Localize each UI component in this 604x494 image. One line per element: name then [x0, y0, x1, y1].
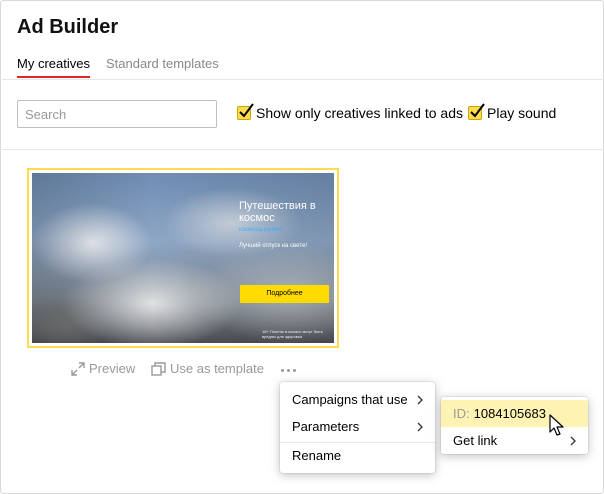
- chevron-right-icon: [417, 395, 423, 405]
- checkbox-label: Play sound: [487, 105, 557, 121]
- menu-item-rename[interactable]: Rename: [280, 442, 435, 469]
- divider: [2, 79, 602, 80]
- parameters-submenu: ID: 1084105683 Get link: [441, 397, 588, 454]
- banner-link: космоса.yandex: [239, 227, 283, 233]
- play-sound-checkbox[interactable]: Play sound: [468, 102, 556, 124]
- chevron-right-icon: [570, 436, 576, 446]
- creative-card[interactable]: Путешествия в космос космоса.yandex Лучш…: [27, 168, 339, 348]
- id-value: 1084105683: [473, 406, 546, 421]
- banner-button: Подробнее: [240, 285, 329, 303]
- mouse-cursor-icon: [549, 414, 564, 436]
- search-input[interactable]: [17, 100, 217, 128]
- checkbox-label: Show only creatives linked to ads: [256, 105, 463, 121]
- preview-label: Preview: [89, 361, 136, 376]
- checkbox-checked-icon: [237, 103, 254, 120]
- id-label: ID:: [453, 406, 470, 421]
- menu-item-campaigns-that-use[interactable]: Campaigns that use: [280, 386, 435, 413]
- page-title: Ad Builder: [17, 16, 119, 38]
- expand-icon: [71, 361, 85, 376]
- submenu-item-id[interactable]: ID: 1084105683: [441, 400, 588, 427]
- divider: [2, 149, 602, 150]
- more-dots-icon: [281, 369, 284, 372]
- menu-item-parameters[interactable]: Parameters: [280, 413, 435, 440]
- context-menu: Campaigns that use Parameters Rename: [280, 382, 435, 473]
- app-window: Ad Builder My creatives Standard templat…: [0, 0, 604, 494]
- creative-banner-image: Путешествия в космос космоса.yandex Лучш…: [32, 173, 334, 343]
- checkbox-checked-icon: [468, 103, 485, 120]
- banner-headline: Путешествия в космос: [239, 200, 316, 224]
- copy-icon: [151, 361, 166, 376]
- tab-my-creatives[interactable]: My creatives: [17, 56, 90, 78]
- use-as-template-button[interactable]: Use as template: [151, 361, 264, 376]
- more-options-button[interactable]: [279, 361, 297, 377]
- banner-disclaimer: 18+ Полеты в космос могут быть вредны дл…: [262, 329, 323, 339]
- tab-standard-templates[interactable]: Standard templates: [106, 56, 219, 71]
- preview-button[interactable]: Preview: [71, 361, 135, 376]
- submenu-item-get-link[interactable]: Get link: [441, 427, 588, 454]
- use-as-template-label: Use as template: [170, 361, 264, 376]
- banner-subtitle: Лучший отпуск на свете!: [239, 243, 308, 249]
- chevron-right-icon: [417, 422, 423, 432]
- show-only-linked-checkbox[interactable]: Show only creatives linked to ads: [237, 102, 463, 124]
